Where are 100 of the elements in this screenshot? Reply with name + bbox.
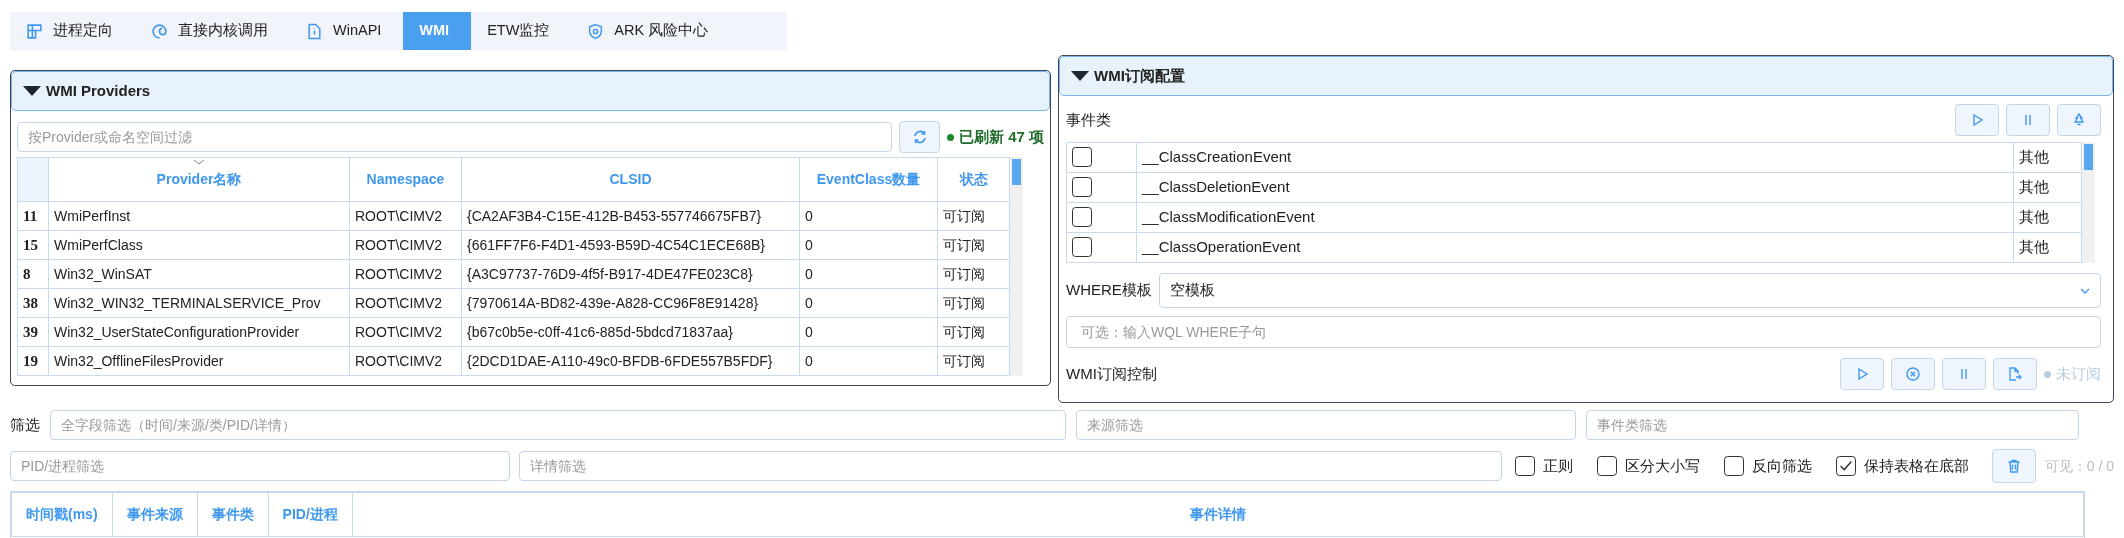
wql-where-field[interactable]: 可选：输入WQL WHERE子句: [1066, 316, 2101, 348]
bell-button[interactable]: [2057, 104, 2101, 136]
checkbox[interactable]: [1835, 456, 1856, 476]
table-cell: 可订阅: [937, 346, 1010, 376]
table-cell: 可订阅: [937, 230, 1010, 260]
export-button[interactable]: [1993, 358, 2037, 390]
column-header[interactable]: 状态: [937, 157, 1010, 202]
table-cell: WmiPerfInst: [48, 201, 350, 231]
checkbox[interactable]: [1596, 456, 1617, 476]
stop-icon: [1905, 366, 1921, 382]
row-number: 11: [17, 201, 49, 231]
shield-icon: [587, 22, 605, 40]
table-cell: 0: [799, 230, 938, 260]
row-number: 39: [17, 317, 49, 347]
checkbox[interactable]: [1072, 147, 1092, 167]
table-cell: __ClassCreationEvent: [1136, 142, 2014, 173]
play-button[interactable]: [1955, 104, 1999, 136]
table-cell: {b67c0b5e-c0ff-41c6-885d-5bdcd71837aa}: [461, 317, 800, 347]
option-label: 反向筛选: [1751, 455, 1812, 476]
tab[interactable]: 直接内核调用: [135, 12, 290, 50]
table-cell: {2DCD1DAE-A110-49c0-BFDB-6FDE557B5FDF}: [461, 346, 800, 376]
table-cell: ROOT\CIMV2: [349, 201, 462, 231]
visible-count: 可见：0 / 0: [2044, 456, 2114, 476]
option-label: 正则: [1542, 455, 1573, 476]
scrollbar-thumb[interactable]: [1012, 159, 1021, 185]
sort-caret-icon: [193, 159, 205, 165]
column-header[interactable]: 时间戳(ms): [11, 492, 113, 537]
tab[interactable]: ETW监控: [471, 12, 572, 50]
checkbox[interactable]: [1723, 456, 1744, 476]
all-fields-filter[interactable]: 全字段筛选（时间/来源/类/PID/详情）: [50, 410, 1066, 440]
column-header[interactable]: EventClass数量: [799, 157, 938, 202]
swirl-icon: [151, 22, 168, 40]
chevron-down-icon: [2080, 287, 2090, 294]
table-cell: 可订阅: [937, 259, 1010, 289]
grid-icon: [26, 22, 43, 40]
panel-title: WMI订阅配置: [1094, 65, 1185, 86]
filter-label: 筛选: [10, 414, 40, 435]
column-header[interactable]: Namespace: [349, 157, 462, 202]
table-cell: 其他: [2013, 232, 2082, 263]
table-cell: Win32_WIN32_TERMINALSERVICE_Prov: [48, 288, 350, 318]
table-cell: 0: [799, 259, 938, 289]
column-header[interactable]: CLSID: [461, 157, 800, 202]
table-cell: 可订阅: [937, 288, 1010, 318]
play-button[interactable]: [1840, 358, 1884, 390]
export-icon: [2007, 366, 2023, 382]
column-header[interactable]: 事件来源: [112, 492, 198, 537]
table-cell: {CA2AF3B4-C15E-412B-B453-557746675FB7}: [461, 201, 800, 231]
column-header[interactable]: 事件类: [197, 492, 269, 537]
table-cell: 0: [799, 201, 938, 231]
pause-button[interactable]: [1942, 358, 1986, 390]
table-cell: ROOT\CIMV2: [349, 317, 462, 347]
checkbox[interactable]: [1072, 237, 1092, 257]
provider-filter-field[interactable]: 按Provider或命名空间过滤: [17, 122, 892, 152]
table-cell: {A3C97737-76D9-4f5f-B917-4DE47FE023C8}: [461, 259, 800, 289]
checkbox[interactable]: [1072, 177, 1092, 197]
detail-filter[interactable]: 详情筛选: [519, 451, 1502, 481]
tab[interactable]: WinAPI: [290, 12, 404, 50]
document-icon: [306, 22, 323, 40]
stop-button[interactable]: [1891, 358, 1935, 390]
tab[interactable]: ARK 风险中心: [571, 12, 731, 50]
table-cell: Win32_UserStateConfigurationProvider: [48, 317, 350, 347]
scrollbar-thumb[interactable]: [2084, 144, 2093, 170]
column-header[interactable]: 事件详情: [352, 492, 2084, 537]
where-template-dropdown[interactable]: 空模板: [1158, 273, 2101, 308]
panel-title: WMI Providers: [46, 80, 151, 101]
status-text: 未订阅: [2056, 363, 2101, 384]
tab[interactable]: 进程定向: [10, 12, 135, 50]
table-cell: 可订阅: [937, 201, 1010, 231]
table-cell: {661FF7F6-F4D1-4593-B59D-4C54C1ECE68B}: [461, 230, 800, 260]
tab[interactable]: WMI: [403, 12, 472, 50]
panel-header[interactable]: WMI Providers: [11, 71, 1050, 111]
clear-button[interactable]: [1991, 449, 2036, 483]
table-cell: 0: [799, 317, 938, 347]
refresh-button[interactable]: [899, 121, 940, 153]
table-cell: ROOT\CIMV2: [349, 288, 462, 318]
option-label: 区分大小写: [1624, 455, 1700, 476]
table-cell: 0: [799, 288, 938, 318]
table-cell: __ClassModificationEvent: [1136, 202, 2014, 233]
source-filter[interactable]: 来源筛选: [1076, 410, 1576, 440]
panel-header[interactable]: WMI订阅配置: [1059, 56, 2113, 96]
column-header[interactable]: PID/进程: [268, 492, 353, 537]
checkbox[interactable]: [1514, 456, 1535, 476]
bell-icon: [2071, 112, 2087, 128]
table-cell: WmiPerfClass: [48, 230, 350, 260]
status-text: 已刷新 47 项: [958, 126, 1044, 147]
table-cell: 其他: [2013, 172, 2082, 203]
column-header[interactable]: Provider名称: [156, 171, 242, 187]
event-class-filter[interactable]: 事件类筛选: [1586, 410, 2079, 440]
table-cell: 可订阅: [937, 317, 1010, 347]
event-class-label: 事件类: [1066, 109, 1111, 130]
refresh-icon: [911, 129, 928, 145]
row-number: 15: [17, 230, 49, 260]
pause-button[interactable]: [2006, 104, 2050, 136]
table-cell: {7970614A-BD82-439e-A828-CC96F8E91428}: [461, 288, 800, 318]
row-number: 8: [17, 259, 49, 289]
table-cell: 0: [799, 346, 938, 376]
checkbox[interactable]: [1072, 207, 1092, 227]
table-cell: ROOT\CIMV2: [349, 346, 462, 376]
table-cell: Win32_WinSAT: [48, 259, 350, 289]
pid-filter[interactable]: PID/进程筛选: [10, 451, 511, 481]
